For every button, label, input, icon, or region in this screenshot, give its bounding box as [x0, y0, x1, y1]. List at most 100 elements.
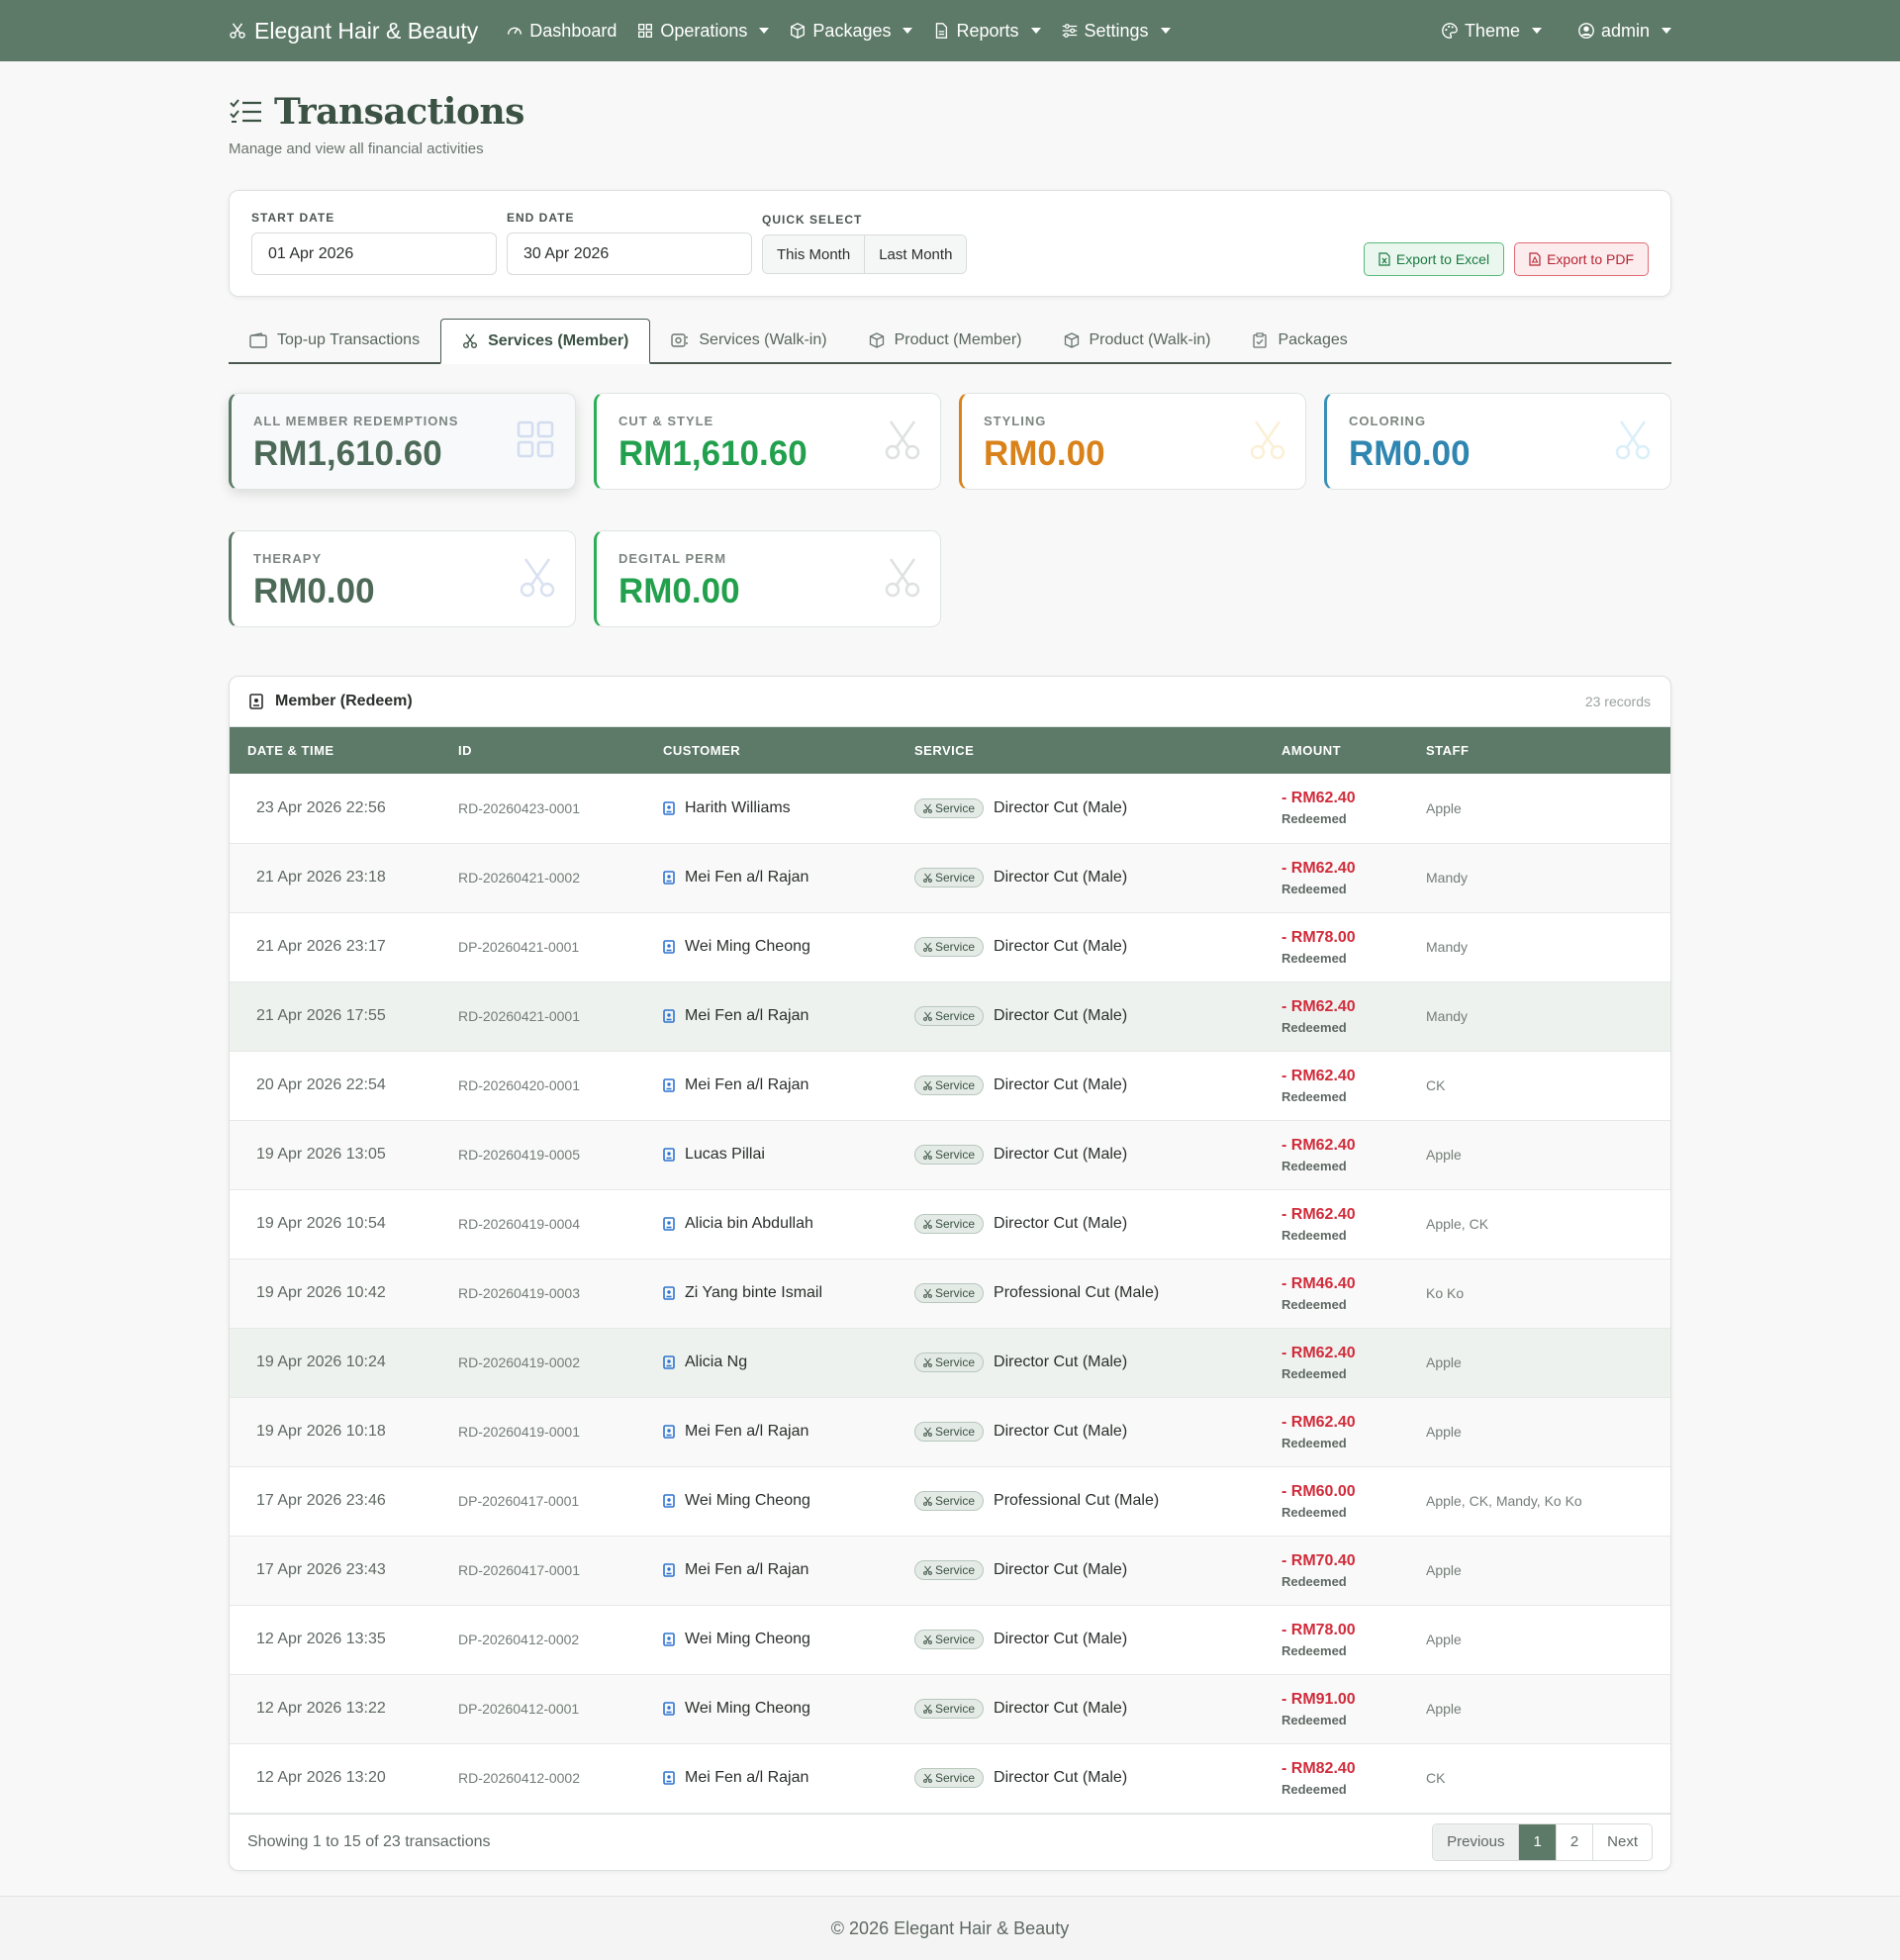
- row-customer[interactable]: Harith Williams: [685, 799, 791, 817]
- tab-product-walkin[interactable]: Product (Walk-in): [1043, 319, 1232, 362]
- row-customer[interactable]: Zi Yang binte Ismail: [685, 1284, 822, 1302]
- row-customer-cell: Alicia Ng: [663, 1328, 914, 1397]
- row-amount: - RM91.00: [1282, 1690, 1356, 1708]
- row-customer[interactable]: Alicia Ng: [685, 1353, 747, 1371]
- member-card-icon: [663, 871, 675, 885]
- nav-operations[interactable]: Operations: [636, 21, 770, 42]
- scissors-icon: [230, 23, 245, 39]
- table-row[interactable]: 19 Apr 2026 13:05 RD-20260419-0005 Lucas…: [230, 1120, 1670, 1189]
- export-excel-button[interactable]: Export to Excel: [1363, 242, 1505, 276]
- table-row[interactable]: 19 Apr 2026 10:54 RD-20260419-0004 Alici…: [230, 1189, 1670, 1259]
- column-header-staff[interactable]: STAFF: [1426, 727, 1670, 774]
- row-amount: - RM62.40: [1282, 1067, 1356, 1084]
- row-customer[interactable]: Mei Fen a/l Rajan: [685, 869, 808, 887]
- nav-reports[interactable]: Reports: [932, 21, 1041, 42]
- table-row[interactable]: 19 Apr 2026 10:42 RD-20260419-0003 Zi Ya…: [230, 1259, 1670, 1328]
- row-customer[interactable]: Mei Fen a/l Rajan: [685, 1769, 808, 1787]
- user-dropdown[interactable]: admin: [1577, 21, 1671, 42]
- row-amount-cell: - RM62.40 Redeemed: [1282, 774, 1426, 843]
- clipboard-icon: [1253, 332, 1268, 348]
- column-header-amount[interactable]: AMOUNT: [1282, 727, 1426, 774]
- row-customer[interactable]: Alicia bin Abdullah: [685, 1215, 813, 1233]
- stat-card-styling[interactable]: STYLING RM0.00: [959, 393, 1306, 490]
- tab-services-walkin-label: Services (Walk-in): [699, 331, 827, 348]
- row-date: 19 Apr 2026 10:54: [256, 1215, 386, 1232]
- page-footer: © 2026 Elegant Hair & Beauty: [0, 1896, 1900, 1960]
- row-id: RD-20260423-0001: [458, 799, 580, 816]
- table-row[interactable]: 12 Apr 2026 13:22 DP-20260412-0001 Wei M…: [230, 1674, 1670, 1743]
- tab-product-member[interactable]: Product (Member): [848, 319, 1043, 362]
- row-date: 12 Apr 2026 13:35: [256, 1631, 386, 1647]
- start-date-input[interactable]: 01 Apr 2026: [251, 233, 497, 275]
- row-customer[interactable]: Wei Ming Cheong: [685, 938, 810, 956]
- nav-settings[interactable]: Settings: [1061, 21, 1171, 42]
- row-customer[interactable]: Lucas Pillai: [685, 1146, 765, 1164]
- table-row[interactable]: 21 Apr 2026 23:17 DP-20260421-0001 Wei M…: [230, 912, 1670, 981]
- quick-select-field: QUICK SELECT This Month Last Month: [762, 211, 968, 274]
- table-row[interactable]: 17 Apr 2026 23:43 RD-20260417-0001 Mei F…: [230, 1536, 1670, 1605]
- stat-card-coloring[interactable]: COLORING RM0.00: [1324, 393, 1671, 490]
- row-date: 21 Apr 2026 23:18: [256, 869, 386, 886]
- row-service-cell: Service Director Cut (Male): [914, 843, 1282, 912]
- stat-card-therapy[interactable]: THERAPY RM0.00: [229, 530, 576, 627]
- service-badge-label: Service: [935, 1286, 976, 1300]
- nav-packages[interactable]: Packages: [789, 21, 913, 42]
- row-customer[interactable]: Mei Fen a/l Rajan: [685, 1007, 808, 1025]
- column-header-date[interactable]: DATE & TIME: [230, 727, 458, 774]
- nav-dashboard[interactable]: Dashboard: [506, 21, 617, 42]
- table-row[interactable]: 12 Apr 2026 13:35 DP-20260412-0002 Wei M…: [230, 1605, 1670, 1674]
- row-status: Redeemed: [1282, 1642, 1347, 1658]
- row-service: Director Cut (Male): [994, 1423, 1128, 1440]
- this-month-button[interactable]: This Month: [763, 235, 865, 273]
- row-customer[interactable]: Mei Fen a/l Rajan: [685, 1561, 808, 1579]
- row-customer[interactable]: Wei Ming Cheong: [685, 1631, 810, 1648]
- row-customer[interactable]: Mei Fen a/l Rajan: [685, 1076, 808, 1094]
- table-row[interactable]: 21 Apr 2026 17:55 RD-20260421-0001 Mei F…: [230, 981, 1670, 1051]
- row-service: Director Cut (Male): [994, 1769, 1128, 1786]
- row-customer[interactable]: Mei Fen a/l Rajan: [685, 1423, 808, 1441]
- last-month-button[interactable]: Last Month: [864, 235, 967, 273]
- tab-topup[interactable]: Top-up Transactions: [229, 319, 440, 362]
- member-card-icon: [663, 1148, 675, 1162]
- tab-packages[interactable]: Packages: [1231, 319, 1368, 362]
- row-id: RD-20260421-0001: [458, 1008, 580, 1024]
- table-row[interactable]: 19 Apr 2026 10:18 RD-20260419-0001 Mei F…: [230, 1397, 1670, 1466]
- scissors-icon: [923, 1496, 932, 1506]
- row-amount: - RM62.40: [1282, 997, 1356, 1015]
- row-customer[interactable]: Wei Ming Cheong: [685, 1492, 810, 1510]
- row-customer[interactable]: Wei Ming Cheong: [685, 1700, 810, 1718]
- row-customer-cell: Zi Yang binte Ismail: [663, 1259, 914, 1328]
- service-badge-label: Service: [935, 1078, 976, 1092]
- table-row[interactable]: 20 Apr 2026 22:54 RD-20260420-0001 Mei F…: [230, 1051, 1670, 1120]
- page-2-button[interactable]: 2: [1555, 1823, 1592, 1860]
- table-row[interactable]: 17 Apr 2026 23:46 DP-20260417-0001 Wei M…: [230, 1466, 1670, 1536]
- scissors-icon: [923, 1634, 932, 1644]
- next-page-button[interactable]: Next: [1592, 1823, 1652, 1860]
- previous-page-button[interactable]: Previous: [1433, 1823, 1519, 1860]
- page-1-button[interactable]: 1: [1518, 1823, 1556, 1860]
- table-row[interactable]: 12 Apr 2026 13:20 RD-20260412-0002 Mei F…: [230, 1743, 1670, 1813]
- theme-dropdown[interactable]: Theme: [1441, 21, 1542, 42]
- end-date-input[interactable]: 30 Apr 2026: [507, 233, 752, 275]
- export-pdf-button[interactable]: Export to PDF: [1514, 242, 1649, 276]
- theme-label: Theme: [1464, 20, 1520, 41]
- tab-services-walkin[interactable]: Services (Walk-in): [650, 319, 847, 362]
- scissors-icon: [923, 1011, 932, 1021]
- brand-link[interactable]: Elegant Hair & Beauty: [229, 18, 478, 45]
- row-service-cell: Service Professional Cut (Male): [914, 1259, 1282, 1328]
- column-header-customer[interactable]: CUSTOMER: [663, 727, 914, 774]
- row-service: Director Cut (Male): [994, 1631, 1128, 1647]
- row-amount: - RM62.40: [1282, 1136, 1356, 1154]
- stat-card-all-redemptions[interactable]: ALL MEMBER REDEMPTIONS RM1,610.60: [229, 393, 576, 490]
- nav-settings-label: Settings: [1084, 20, 1149, 41]
- stat-card-cut-style[interactable]: CUT & STYLE RM1,610.60: [594, 393, 941, 490]
- column-header-id[interactable]: ID: [458, 727, 663, 774]
- column-header-service[interactable]: SERVICE: [914, 727, 1282, 774]
- stat-label: THERAPY: [253, 551, 323, 566]
- table-row[interactable]: 21 Apr 2026 23:18 RD-20260421-0002 Mei F…: [230, 843, 1670, 912]
- stat-card-digital-perm[interactable]: DEGITAL PERM RM0.00: [594, 530, 941, 627]
- table-row[interactable]: 19 Apr 2026 10:24 RD-20260419-0002 Alici…: [230, 1328, 1670, 1397]
- table-row[interactable]: 23 Apr 2026 22:56 RD-20260423-0001 Harit…: [230, 774, 1670, 843]
- tab-services-member[interactable]: Services (Member): [440, 319, 651, 364]
- row-staff: Mandy: [1426, 870, 1469, 886]
